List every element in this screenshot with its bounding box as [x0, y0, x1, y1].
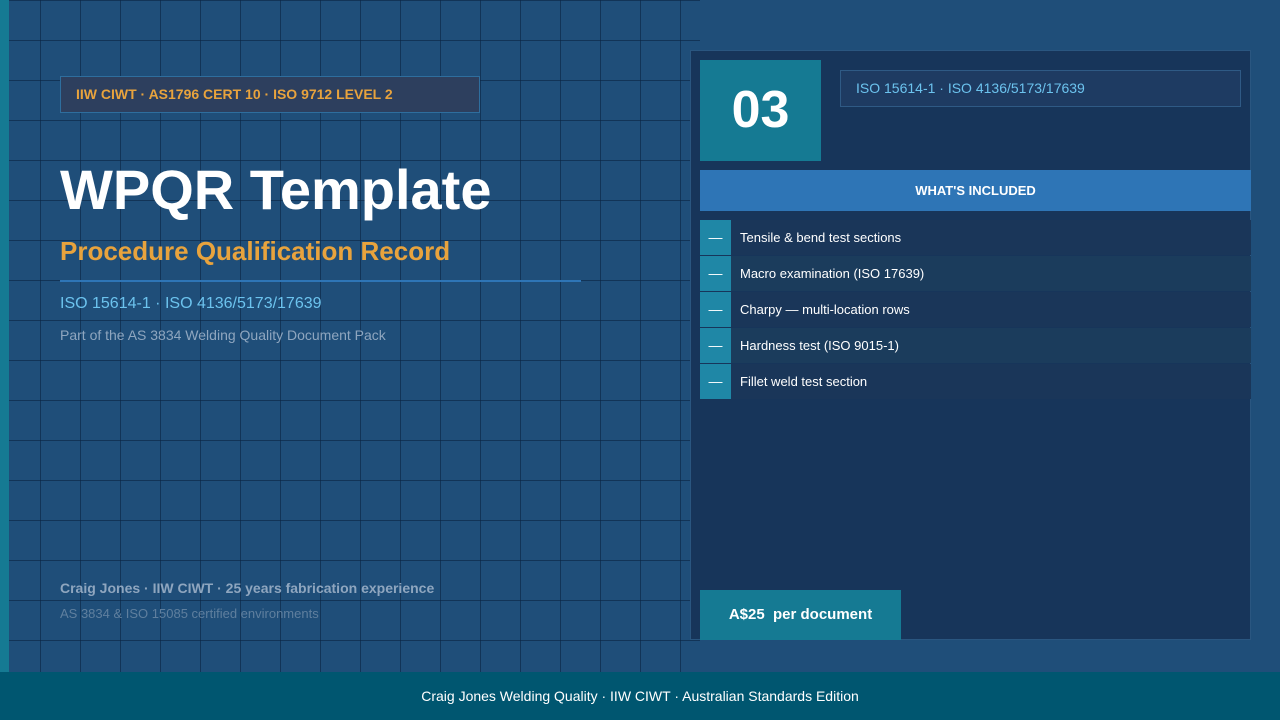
list-item: — Hardness test (ISO 9015-1)	[700, 328, 1251, 363]
dash-bullet-icon: —	[700, 328, 731, 363]
list-item-label: Charpy — multi-location rows	[740, 302, 910, 317]
list-item-label: Fillet weld test section	[740, 374, 868, 389]
panel-standards-reference: ISO 15614-1 · ISO 4136/5173/17639	[840, 70, 1241, 107]
author-credentials: Craig Jones · IIW CIWT · 25 years fabric…	[60, 580, 435, 596]
page-title: WPQR Template	[60, 158, 492, 221]
left-accent-stripe	[0, 0, 9, 672]
whats-included-header: WHAT'S INCLUDED	[700, 170, 1251, 211]
list-item: — Tensile & bend test sections	[700, 220, 1251, 255]
list-item: — Macro examination (ISO 17639)	[700, 256, 1251, 291]
price-badge: A$25 per document	[700, 590, 901, 640]
document-number: 03	[700, 60, 821, 161]
certification-badge: IIW CIWT · AS1796 CERT 10 · ISO 9712 LEV…	[60, 76, 480, 113]
hero-section: IIW CIWT · AS1796 CERT 10 · ISO 9712 LEV…	[60, 0, 660, 672]
title-divider	[60, 280, 581, 282]
page: IIW CIWT · AS1796 CERT 10 · ISO 9712 LEV…	[0, 0, 1280, 720]
list-item: — Fillet weld test section	[700, 364, 1251, 399]
dash-bullet-icon: —	[700, 292, 731, 327]
dash-bullet-icon: —	[700, 364, 731, 399]
pack-note: Part of the AS 3834 Welding Quality Docu…	[60, 327, 386, 343]
page-subtitle: Procedure Qualification Record	[60, 236, 451, 266]
standards-reference: ISO 15614-1 · ISO 4136/5173/17639	[60, 295, 322, 312]
list-item-label: Tensile & bend test sections	[740, 230, 902, 245]
included-list: — Tensile & bend test sections — Macro e…	[700, 220, 1251, 400]
dash-bullet-icon: —	[700, 256, 731, 291]
list-item-label: Macro examination (ISO 17639)	[740, 266, 925, 281]
list-item: — Charpy — multi-location rows	[700, 292, 1251, 327]
dash-bullet-icon: —	[700, 220, 731, 255]
list-item-label: Hardness test (ISO 9015-1)	[740, 338, 899, 353]
footer: Craig Jones Welding Quality · IIW CIWT ·…	[0, 672, 1280, 720]
certified-environments: AS 3834 & ISO 15085 certified environmen…	[60, 606, 319, 621]
details-panel: 03 ISO 15614-1 · ISO 4136/5173/17639 WHA…	[690, 50, 1251, 640]
